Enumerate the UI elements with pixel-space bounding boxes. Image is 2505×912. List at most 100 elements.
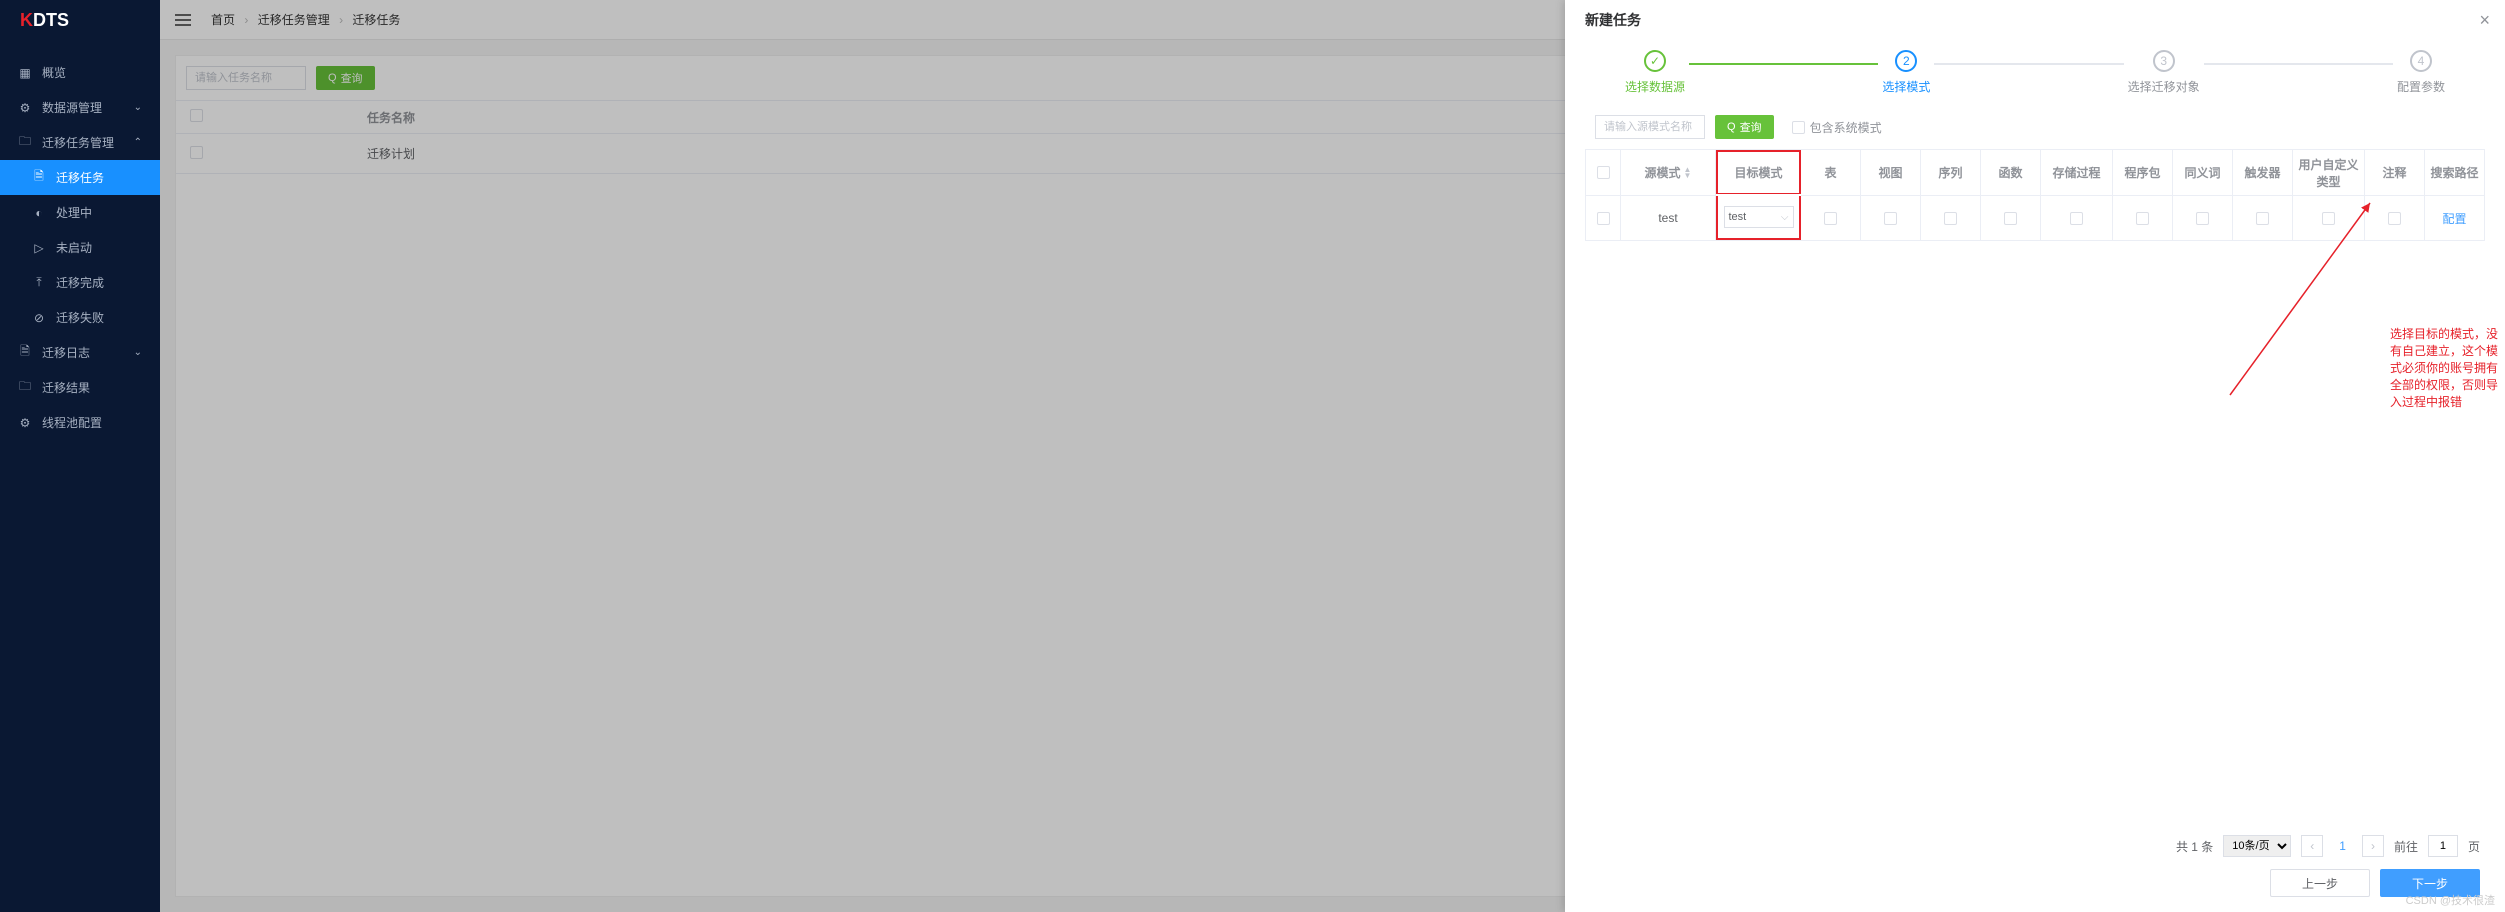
check-icon: ✓ [1644, 50, 1666, 72]
nav-notstarted[interactable]: ▷ 未启动 [0, 230, 160, 265]
header-checkbox [1586, 150, 1621, 196]
step-1[interactable]: ✓ 选择数据源 [1625, 50, 1685, 95]
step-label: 选择数据源 [1625, 78, 1685, 95]
table-row: test test 配置 [1586, 196, 2484, 240]
nav-label: 处理中 [56, 204, 92, 221]
row-checkbox [1586, 196, 1621, 240]
checkbox[interactable] [1884, 212, 1897, 225]
goto-label: 前往 [2394, 838, 2418, 855]
cell-target-schema: test [1716, 196, 1801, 240]
checkbox[interactable] [1944, 212, 1957, 225]
goto-page-input[interactable] [2428, 835, 2458, 857]
nav-processing[interactable]: ◐ 处理中 [0, 195, 160, 230]
pager-total: 共 1 条 [2176, 838, 2213, 855]
chevron-up-icon: ⌃ [134, 137, 142, 148]
annotation-text: 选择目标的模式，没有自己建立，这个模式必须你的账号拥有全部的权限，否则导入过程中… [2390, 325, 2505, 410]
configure-link[interactable]: 配置 [2442, 210, 2466, 227]
step-label: 选择模式 [1882, 78, 1930, 95]
nav-log[interactable]: 🗎迁移日志⌄ [0, 335, 160, 370]
chevron-down-icon: ⌄ [134, 102, 142, 113]
nav-label: 迁移失败 [56, 309, 104, 326]
modal-title: 新建任务 [1565, 0, 2505, 40]
btn-label: 查询 [1740, 119, 1762, 135]
nav-label: 未启动 [56, 239, 92, 256]
nav-datasource[interactable]: ⚙ 数据源管理 ⌄ [0, 90, 160, 125]
schema-table: 源模式▲▼ 目标模式 表 视图 序列 函数 存储过程 程序包 同义词 触发器 用… [1585, 149, 2485, 241]
cell-seq-check [1921, 196, 1981, 240]
modal-panel: 新建任务 × ✓ 选择数据源 2 选择模式 3 选择迁移对象 4 配置参数 Q 查询 包含… [1565, 0, 2505, 912]
col-user-type: 用户自定义类型 [2293, 150, 2365, 196]
play-icon: ▷ [32, 241, 46, 255]
target-schema-select[interactable]: test [1724, 206, 1794, 228]
step-2[interactable]: 2 选择模式 [1882, 50, 1930, 95]
th-label: 目标模式 [1734, 164, 1782, 181]
folder-icon: 🗀 [18, 136, 32, 150]
col-sequence: 序列 [1921, 150, 1981, 196]
step-line [1689, 63, 1878, 65]
gear-icon: ⚙ [18, 101, 32, 115]
nav-taskmgmt[interactable]: 🗀 迁移任务管理 ⌃ [0, 125, 160, 160]
checkbox-label: 包含系统模式 [1810, 119, 1882, 136]
include-sys-checkbox[interactable]: 包含系统模式 [1792, 119, 1882, 136]
cell-comment-check [2365, 196, 2425, 240]
col-function: 函数 [1981, 150, 2041, 196]
chevron-down-icon: ⌄ [134, 347, 142, 358]
checkbox[interactable] [1792, 121, 1805, 134]
nav-overview[interactable]: ▦概览 [0, 55, 160, 90]
col-procedure: 存储过程 [2041, 150, 2113, 196]
step-label: 配置参数 [2397, 78, 2445, 95]
nav-label: 迁移结果 [42, 379, 90, 396]
nav-done[interactable]: ⤒迁移完成 [0, 265, 160, 300]
step-3[interactable]: 3 选择迁移对象 [2128, 50, 2200, 95]
checkbox[interactable] [2196, 212, 2209, 225]
checkbox[interactable] [2070, 212, 2083, 225]
nav-label: 数据源管理 [42, 99, 102, 116]
prev-page-button[interactable]: ‹ [2301, 835, 2323, 857]
step-num: 2 [1895, 50, 1917, 72]
nav-tasks[interactable]: 🗎迁移任务 [0, 160, 160, 195]
logo-dts: DTS [33, 10, 69, 31]
chart-icon: ⤒ [32, 276, 46, 290]
col-synonym: 同义词 [2173, 150, 2233, 196]
prev-step-button[interactable]: 上一步 [2270, 869, 2370, 897]
step-line [2204, 63, 2393, 65]
checkbox[interactable] [1597, 212, 1610, 225]
cell-pkg-check [2113, 196, 2173, 240]
nav: ▦概览 ⚙数据源管理⌄ 🗀迁移任务管理⌃ 🗎迁移任务 ◐处理中 ▷未启动 ⤒迁移… [0, 55, 160, 440]
search-icon: Q [1727, 121, 1736, 133]
checkbox[interactable] [2256, 212, 2269, 225]
modal-toolbar: Q 查询 包含系统模式 [1565, 115, 2505, 149]
step-num: 4 [2410, 50, 2432, 72]
col-comment: 注释 [2365, 150, 2425, 196]
nav-threadpool[interactable]: ⚙线程池配置 [0, 405, 160, 440]
checkbox[interactable] [1824, 212, 1837, 225]
nav-label: 迁移日志 [42, 344, 90, 361]
checkbox[interactable] [2388, 212, 2401, 225]
nav-result[interactable]: 🗀 迁移结果 [0, 370, 160, 405]
nav-label: 迁移任务管理 [42, 134, 114, 151]
cell-table-check [1801, 196, 1861, 240]
checkbox[interactable] [2136, 212, 2149, 225]
clock-icon: ◐ [32, 206, 46, 220]
schema-search-input[interactable] [1595, 115, 1705, 139]
folder-icon: 🗀 [18, 381, 32, 395]
page-suffix: 页 [2468, 838, 2480, 855]
query-button[interactable]: Q 查询 [1715, 115, 1774, 139]
cell-search-path: 配置 [2425, 196, 2484, 240]
close-icon[interactable]: × [2479, 10, 2490, 31]
col-view: 视图 [1861, 150, 1921, 196]
step-num: 3 [2153, 50, 2175, 72]
col-source-schema[interactable]: 源模式▲▼ [1621, 150, 1716, 196]
cell-udt-check [2293, 196, 2365, 240]
checkbox[interactable] [2322, 212, 2335, 225]
checkbox[interactable] [2004, 212, 2017, 225]
checkbox[interactable] [1597, 166, 1610, 179]
nav-failed[interactable]: ⊘迁移失败 [0, 300, 160, 335]
gear-icon: ⚙ [18, 416, 32, 430]
step-4[interactable]: 4 配置参数 [2397, 50, 2445, 95]
next-page-button[interactable]: › [2362, 835, 2384, 857]
page-number[interactable]: 1 [2333, 839, 2352, 853]
page-size-select[interactable]: 10条/页 [2223, 835, 2291, 857]
table-header: 源模式▲▼ 目标模式 表 视图 序列 函数 存储过程 程序包 同义词 触发器 用… [1586, 150, 2484, 196]
step-label: 选择迁移对象 [2128, 78, 2200, 95]
